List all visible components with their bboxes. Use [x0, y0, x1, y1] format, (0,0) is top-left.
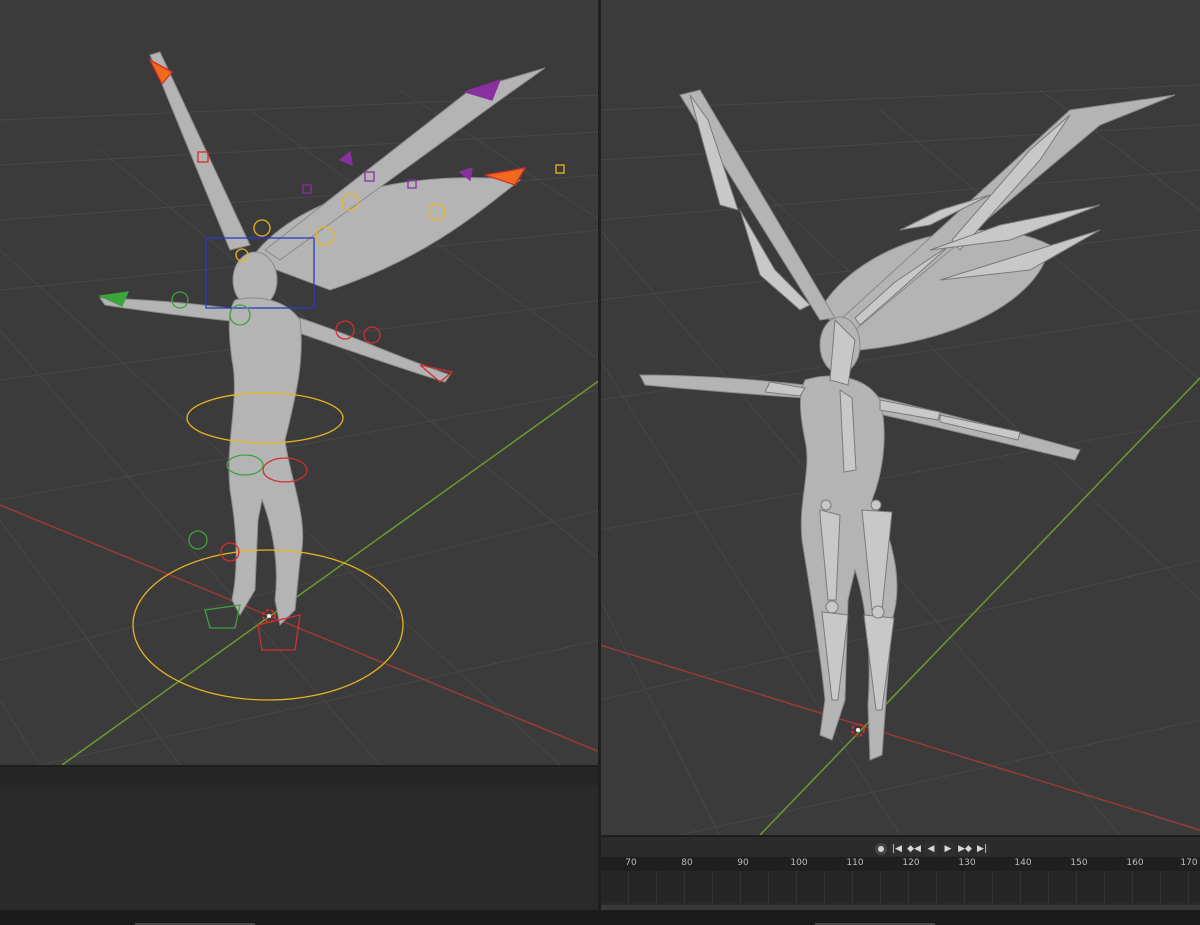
y-axis-line [61, 379, 600, 765]
timeline-editor[interactable]: |◀ ◆◀ ◀ ▶ ▶◆ ▶| 70 80 90 100 110 120 130… [600, 835, 1200, 912]
jump-end-icon[interactable]: ▶| [975, 842, 989, 856]
frame-label: 150 [1070, 858, 1088, 868]
timeline-track[interactable] [600, 871, 1200, 903]
frame-label: 70 [625, 858, 637, 868]
frame-ruler[interactable]: 70 80 90 100 110 120 130 140 150 160 170 [600, 857, 1200, 871]
frame-label: 130 [958, 858, 976, 868]
frame-label: 110 [846, 858, 864, 868]
frame-label: 140 [1014, 858, 1032, 868]
left-viewport-canvas[interactable] [0, 0, 600, 765]
play-icon[interactable]: ▶ [941, 842, 955, 856]
right-viewport-canvas[interactable] [600, 0, 1200, 835]
character-mesh[interactable] [99, 51, 546, 627]
right-3d-viewport[interactable] [600, 0, 1200, 835]
frame-label: 90 [737, 858, 749, 868]
frame-label: 120 [902, 858, 920, 868]
frame-label: 170 [1180, 858, 1198, 868]
play-reverse-icon[interactable]: ◀ [924, 842, 938, 856]
keyframe-record-icon[interactable] [875, 843, 887, 855]
floor-grid [0, 89, 600, 765]
status-bar [0, 910, 1200, 925]
left-bottom-editor-panel[interactable] [0, 765, 600, 912]
x-axis-line [600, 644, 1200, 831]
next-keyframe-icon[interactable]: ▶◆ [958, 842, 972, 856]
floor-grid [600, 84, 1200, 835]
frame-label: 80 [681, 858, 693, 868]
frame-label: 160 [1126, 858, 1144, 868]
prev-keyframe-icon[interactable]: ◆◀ [907, 842, 921, 856]
area-divider[interactable] [598, 0, 601, 910]
left-bottom-editor-header[interactable] [0, 767, 600, 787]
jump-start-icon[interactable]: |◀ [890, 842, 904, 856]
frame-label: 100 [790, 858, 808, 868]
playback-controls: |◀ ◆◀ ◀ ▶ ▶◆ ▶| [875, 841, 989, 857]
left-3d-viewport[interactable] [0, 0, 600, 765]
